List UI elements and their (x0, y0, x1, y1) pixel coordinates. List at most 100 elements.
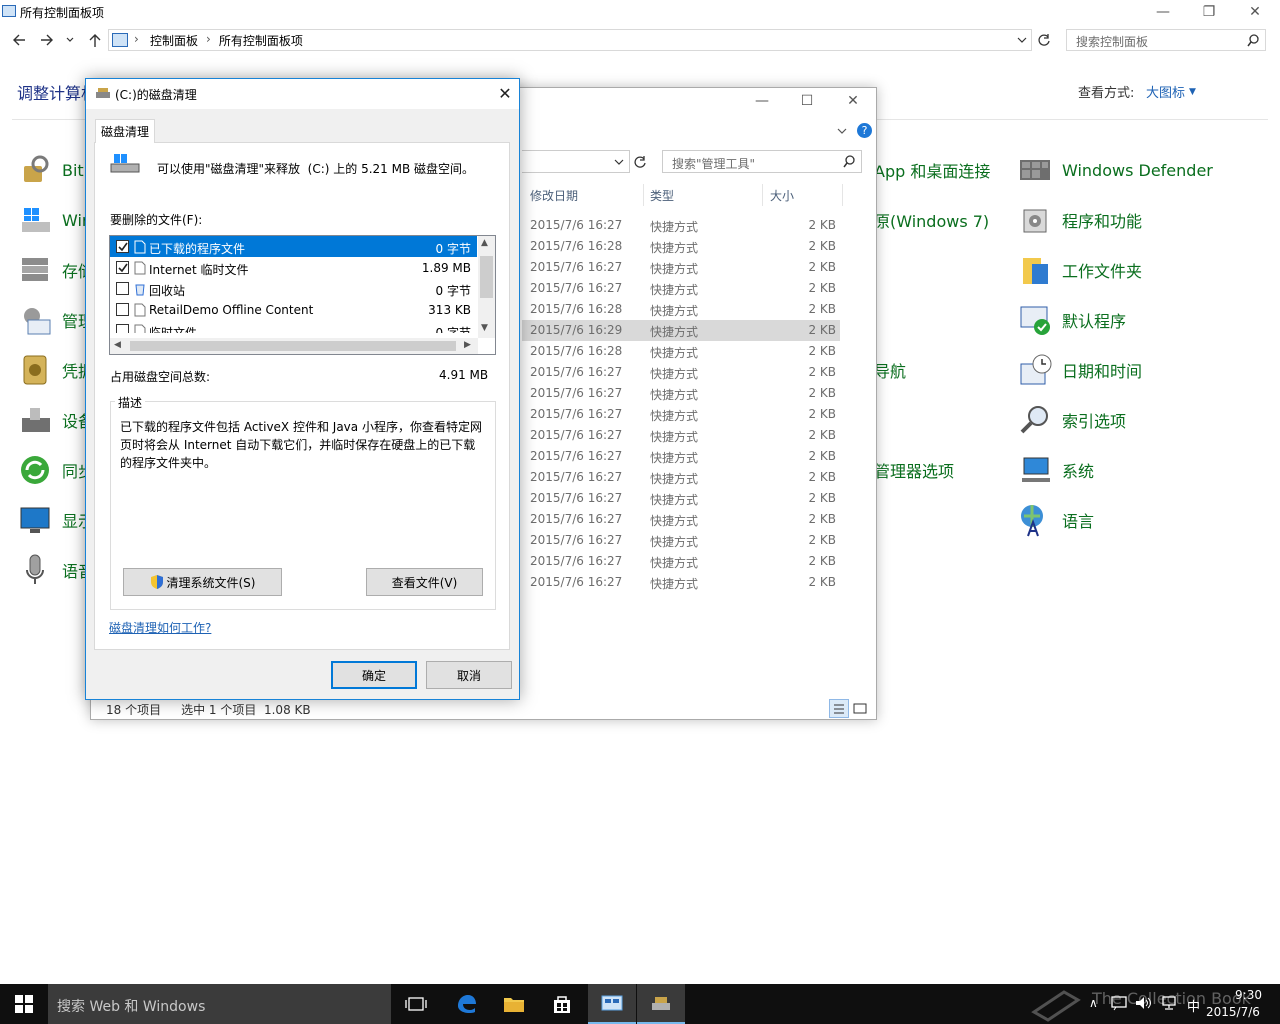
cp-item-speech-recognition[interactable]: 语音 (18, 552, 94, 588)
cp-item-language[interactable]: 语言 (1018, 502, 1094, 538)
table-row[interactable]: 2015/7/6 16:28 快捷方式 2 KB (522, 341, 840, 362)
table-row[interactable]: 2015/7/6 16:27 快捷方式 2 KB (522, 362, 840, 383)
table-row[interactable]: 2015/7/6 16:27 快捷方式 2 KB (522, 572, 840, 593)
volume-icon[interactable] (1134, 995, 1152, 1011)
list-item[interactable]: RetailDemo Offline Content 313 KB (110, 299, 477, 320)
restore-button[interactable]: ❐ (1186, 0, 1232, 24)
recent-locations-button[interactable] (64, 34, 76, 46)
cp-item-date-time[interactable]: 日期和时间 (1018, 352, 1142, 388)
explorer-close-button[interactable]: ✕ (830, 89, 876, 113)
table-row[interactable]: 2015/7/6 16:27 快捷方式 2 KB (522, 425, 840, 446)
address-dropdown-button[interactable] (1016, 34, 1028, 46)
refresh-button[interactable] (1036, 32, 1052, 48)
table-row[interactable]: 2015/7/6 16:29 快捷方式 2 KB (522, 320, 840, 341)
column-header-type[interactable]: 类型 (650, 187, 674, 204)
up-button[interactable] (86, 31, 104, 49)
column-header-size[interactable]: 大小 (770, 187, 794, 204)
column-divider[interactable] (643, 184, 644, 206)
start-button[interactable] (0, 984, 48, 1024)
table-row[interactable]: 2015/7/6 16:27 快捷方式 2 KB (522, 467, 840, 488)
table-row[interactable]: 2015/7/6 16:28 快捷方式 2 KB (522, 299, 840, 320)
taskbar-store-button[interactable] (538, 984, 586, 1024)
network-icon[interactable] (1160, 995, 1178, 1011)
table-row[interactable]: 2015/7/6 16:27 快捷方式 2 KB (522, 278, 840, 299)
scrollbar-thumb[interactable] (480, 256, 493, 298)
item-checkbox[interactable] (116, 303, 129, 316)
cp-item-windows-to-go[interactable]: Wir (18, 202, 89, 238)
table-row[interactable]: 2015/7/6 16:27 快捷方式 2 KB (522, 530, 840, 551)
show-hidden-icons-button[interactable]: ∧ (1089, 996, 1098, 1010)
cp-item-file-explorer-options[interactable]: 管理器选项 (874, 452, 954, 488)
cp-item-remoteapp[interactable]: App 和桌面连接 (874, 152, 990, 188)
action-center-icon[interactable] (1110, 995, 1128, 1011)
table-row[interactable]: 2015/7/6 16:27 快捷方式 2 KB (522, 509, 840, 530)
taskbar-control-panel-button[interactable] (588, 984, 636, 1024)
cp-item-windows-defender[interactable]: Windows Defender (1018, 152, 1213, 188)
table-row[interactable]: 2015/7/6 16:27 快捷方式 2 KB (522, 488, 840, 509)
column-header-date[interactable]: 修改日期 (530, 187, 578, 204)
large-icons-view-button[interactable] (852, 701, 868, 716)
vertical-scrollbar[interactable]: ▲ ▼ (478, 236, 495, 338)
explorer-minimize-button[interactable]: — (739, 89, 785, 113)
taskbar-file-explorer-button[interactable] (490, 984, 538, 1024)
taskbar-disk-cleanup-button[interactable] (637, 984, 685, 1024)
table-row[interactable]: 2015/7/6 16:28 快捷方式 2 KB (522, 236, 840, 257)
list-item[interactable]: 临时文件 0 字节 (110, 320, 477, 333)
cancel-button[interactable]: 取消 (426, 661, 512, 689)
cp-item-navigation[interactable]: 导航 (874, 352, 906, 388)
forward-button[interactable] (38, 31, 56, 49)
table-row[interactable]: 2015/7/6 16:27 快捷方式 2 KB (522, 215, 840, 236)
item-checkbox[interactable] (116, 282, 129, 295)
taskbar-edge-button[interactable] (442, 984, 490, 1024)
cp-item-bitlocker[interactable]: Bitl (18, 152, 88, 188)
horizontal-scrollbar[interactable]: ◀ ▶ (110, 338, 478, 354)
list-item[interactable]: 回收站 0 字节 (110, 278, 477, 299)
clean-system-files-button[interactable]: 清理系统文件(S) (123, 568, 282, 596)
cp-item-default-programs[interactable]: 默认程序 (1018, 302, 1126, 338)
cp-item-backup-restore[interactable]: 原(Windows 7) (874, 202, 989, 238)
scrollbar-thumb[interactable] (130, 341, 456, 351)
list-item[interactable]: Internet 临时文件 1.89 MB (110, 257, 477, 278)
back-button[interactable] (10, 31, 28, 49)
breadcrumb-item-control-panel[interactable]: 控制面板 (150, 32, 198, 49)
table-row[interactable]: 2015/7/6 16:27 快捷方式 2 KB (522, 404, 840, 425)
close-button[interactable]: ✕ (1232, 0, 1278, 24)
clock-time[interactable]: 9:30 (1222, 988, 1262, 1002)
task-view-button[interactable] (392, 984, 440, 1024)
table-row[interactable]: 2015/7/6 16:27 快捷方式 2 KB (522, 446, 840, 467)
table-row[interactable]: 2015/7/6 16:27 快捷方式 2 KB (522, 383, 840, 404)
item-checkbox[interactable] (116, 261, 129, 274)
help-icon[interactable]: ? (857, 123, 872, 138)
list-item[interactable]: 已下载的程序文件 0 字节 (110, 236, 477, 257)
view-by-dropdown[interactable]: 大图标 ▼ (1146, 82, 1196, 101)
cp-item-system[interactable]: 系统 (1018, 452, 1094, 488)
breadcrumb-item-all-items[interactable]: 所有控制面板项 (219, 32, 303, 49)
item-checkbox[interactable] (116, 240, 129, 253)
minimize-button[interactable]: — (1140, 0, 1186, 24)
dialog-close-button[interactable]: ✕ (496, 84, 514, 103)
cp-item-devices-printers[interactable]: 设备 (18, 402, 94, 438)
view-files-button[interactable]: 查看文件(V) (366, 568, 483, 596)
item-checkbox[interactable] (116, 324, 129, 333)
cp-item-admin-tools[interactable]: 管理 (18, 302, 94, 338)
cp-item-display[interactable]: 显示 (18, 502, 94, 538)
details-view-button[interactable] (829, 699, 849, 718)
cp-item-sync-center[interactable]: 同步 (18, 452, 94, 488)
ribbon-expand-button[interactable] (836, 125, 848, 137)
column-divider[interactable] (842, 184, 843, 206)
cp-item-work-folders[interactable]: 工作文件夹 (1018, 252, 1142, 288)
cp-item-credential-manager[interactable]: 凭据 (18, 352, 94, 388)
cp-item-storage-spaces[interactable]: 存储 (18, 252, 94, 288)
table-row[interactable]: 2015/7/6 16:27 快捷方式 2 KB (522, 551, 840, 572)
explorer-refresh-button[interactable] (632, 154, 648, 170)
cp-item-programs-features[interactable]: 程序和功能 (1018, 202, 1142, 238)
column-divider[interactable] (762, 184, 763, 206)
explorer-maximize-button[interactable]: ☐ (784, 89, 830, 113)
clock-date[interactable]: 2015/7/6 (1206, 1005, 1260, 1019)
input-method-indicator[interactable]: 中 (1187, 996, 1200, 1015)
table-row[interactable]: 2015/7/6 16:27 快捷方式 2 KB (522, 257, 840, 278)
cp-item-indexing-options[interactable]: 索引选项 (1018, 402, 1126, 438)
how-cleanup-works-link[interactable]: 磁盘清理如何工作? (109, 619, 211, 636)
ok-button[interactable]: 确定 (331, 661, 417, 689)
explorer-address-dropdown[interactable] (613, 156, 625, 168)
